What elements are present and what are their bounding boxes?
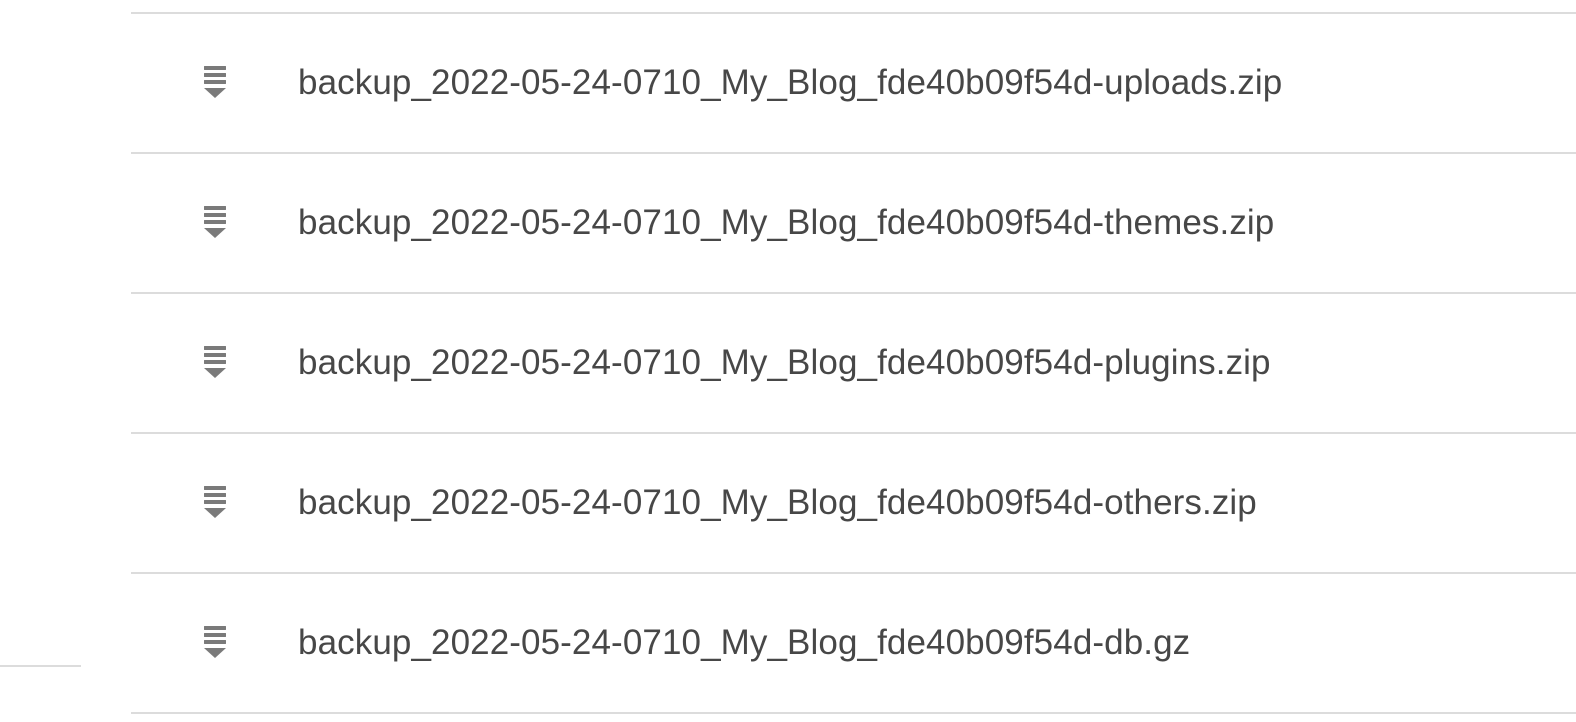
- file-name[interactable]: backup_2022-05-24-0710_My_Blog_fde40b09f…: [298, 63, 1282, 103]
- archive-file-icon: [204, 66, 226, 98]
- file-name[interactable]: backup_2022-05-24-0710_My_Blog_fde40b09f…: [298, 343, 1271, 383]
- file-name[interactable]: backup_2022-05-24-0710_My_Blog_fde40b09f…: [298, 623, 1190, 663]
- file-name[interactable]: backup_2022-05-24-0710_My_Blog_fde40b09f…: [298, 483, 1257, 523]
- file-list: backup_2022-05-24-0710_My_Blog_fde40b09f…: [131, 12, 1576, 714]
- file-row-uploads[interactable]: backup_2022-05-24-0710_My_Blog_fde40b09f…: [131, 14, 1576, 154]
- file-row-db[interactable]: backup_2022-05-24-0710_My_Blog_fde40b09f…: [131, 574, 1576, 714]
- file-row-others[interactable]: backup_2022-05-24-0710_My_Blog_fde40b09f…: [131, 434, 1576, 574]
- side-panel-divider: [0, 665, 81, 667]
- file-name[interactable]: backup_2022-05-24-0710_My_Blog_fde40b09f…: [298, 203, 1274, 243]
- file-row-themes[interactable]: backup_2022-05-24-0710_My_Blog_fde40b09f…: [131, 154, 1576, 294]
- archive-file-icon: [204, 346, 226, 378]
- file-row-plugins[interactable]: backup_2022-05-24-0710_My_Blog_fde40b09f…: [131, 294, 1576, 434]
- archive-file-icon: [204, 486, 226, 518]
- archive-file-icon: [204, 206, 226, 238]
- archive-file-icon: [204, 626, 226, 658]
